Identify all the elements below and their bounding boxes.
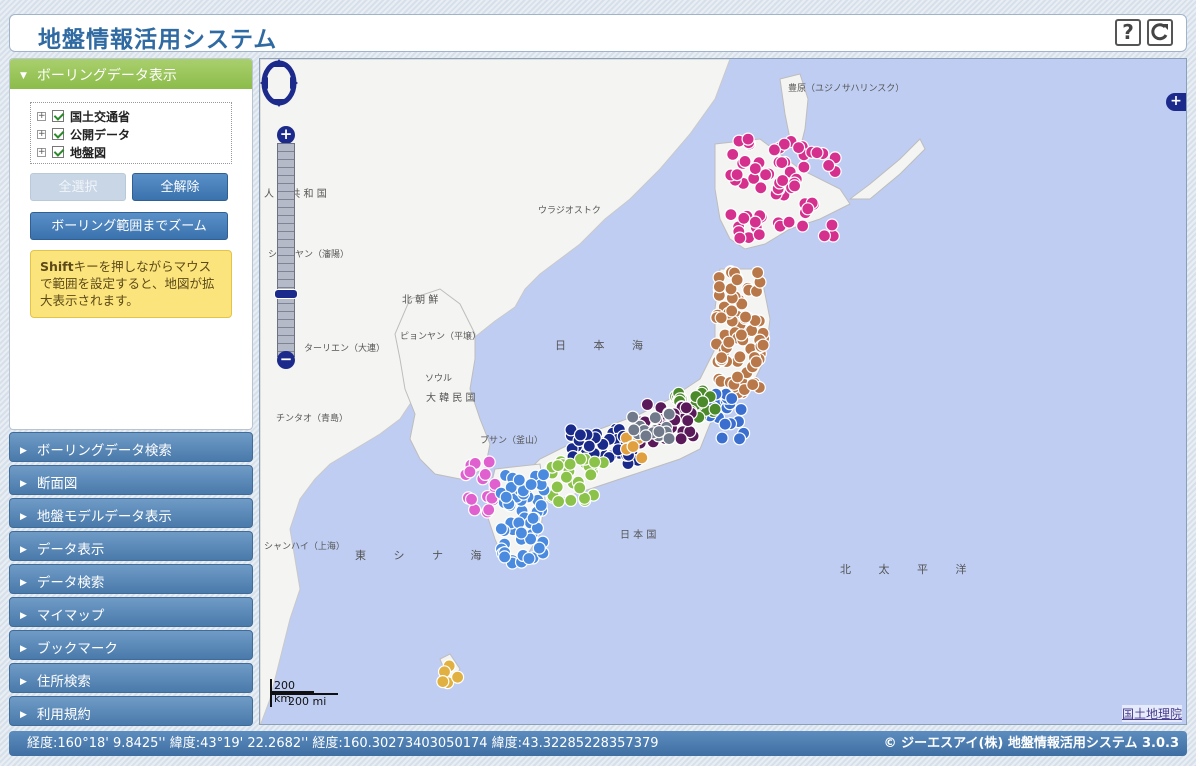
zoom-out-button[interactable]: − — [277, 351, 295, 369]
panel-mymap[interactable]: ▶ マイマップ — [9, 597, 253, 627]
panel-data-search[interactable]: ▶ データ検索 — [9, 564, 253, 594]
triangle-right-icon: ▶ — [20, 578, 27, 588]
deselect-all-button[interactable]: 全解除 — [132, 173, 228, 201]
triangle-right-icon: ▶ — [20, 512, 27, 522]
notice-key: Shift — [40, 259, 74, 274]
panel-bookmark[interactable]: ▶ ブックマーク — [9, 630, 253, 660]
panel-label: データ表示 — [36, 542, 105, 558]
panel-data-display[interactable]: ▶ データ表示 — [9, 531, 253, 561]
panel-label: 住所検索 — [36, 674, 91, 690]
map-label-vladivostok: ウラジオストク — [538, 206, 601, 216]
triangle-right-icon: ▶ — [20, 677, 27, 687]
panel-header-boring-display[interactable]: ▼ ボーリングデータ表示 — [10, 59, 252, 89]
tree-item[interactable]: + 地盤図 — [37, 143, 225, 161]
help-button[interactable]: ? — [1115, 19, 1141, 46]
expand-icon[interactable]: + — [37, 111, 46, 121]
copyright-text: © ジーエスアイ(株) 地盤情報活用システム 3.0.3 — [883, 736, 1179, 751]
checkbox[interactable] — [52, 146, 64, 158]
tree-item-label: 国土交通省 — [70, 109, 131, 124]
map-label-qingdao: チンタオ（青島） — [276, 414, 349, 424]
triangle-right-icon: ▶ — [20, 446, 27, 456]
map-label-shanghai: シャンハイ（上海） — [264, 542, 345, 552]
tree-item[interactable]: + 国土交通省 — [37, 107, 225, 125]
map-label-toyohara: 豊原（ユジノサハリンスク） — [788, 84, 905, 94]
reload-icon — [1151, 23, 1168, 41]
shift-zoom-notice: Shiftキーを押しながらマウスで範囲を設定すると、地図が拡大表示されます。 — [30, 250, 232, 318]
expand-icon[interactable]: + — [37, 147, 46, 157]
map-label-pacific: 北 太 平 洋 — [840, 563, 979, 576]
panel-ground-model[interactable]: ▶ 地盤モデルデータ表示 — [9, 498, 253, 528]
map-label-east-china-sea: 東 シ ナ 海 — [355, 549, 494, 562]
checkbox[interactable] — [52, 110, 64, 122]
map-label-south-korea: 大 韓 民 国 — [426, 393, 476, 404]
zoom-slider-thumb[interactable] — [274, 289, 298, 299]
scale-km: 200 km — [270, 679, 314, 705]
triangle-right-icon: ▶ — [20, 644, 27, 654]
panel-boring-search[interactable]: ▶ ボーリングデータ検索 — [9, 432, 253, 462]
map-label-japan: 日 本 国 — [620, 530, 657, 541]
tree-item-label: 地盤図 — [70, 145, 107, 160]
zoom-in-button[interactable]: + — [277, 126, 295, 144]
panel-terms[interactable]: ▶ 利用規約 — [9, 696, 253, 726]
triangle-right-icon: ▶ — [20, 611, 27, 621]
panel-label: 断面図 — [36, 476, 78, 492]
panel-cross-section[interactable]: ▶ 断面図 — [9, 465, 253, 495]
panel-label: データ検索 — [36, 575, 105, 591]
app-title: 地盤情報活用システム — [38, 27, 278, 53]
map-view[interactable]: 豊原（ユジノサハリンスク） ウラジオストク ピョンヤン（平壌） ソウル プサン（… — [259, 58, 1187, 725]
panel-address-search[interactable]: ▶ 住所検索 — [9, 663, 253, 693]
layer-switcher-button[interactable]: + — [1166, 93, 1186, 111]
expand-icon[interactable]: + — [37, 129, 46, 139]
tree-item-label: 公開データ — [70, 127, 131, 142]
panel-label: ブックマーク — [36, 641, 118, 657]
status-bar: 経度:160°18' 9.8425'' 緯度:43°19' 22.2682'' … — [9, 731, 1187, 756]
panel-label: 地盤モデルデータ表示 — [36, 509, 172, 525]
pan-control[interactable] — [260, 59, 298, 107]
map-label-seoul: ソウル — [425, 374, 453, 384]
checkbox[interactable] — [52, 128, 64, 140]
triangle-right-icon: ▶ — [20, 545, 27, 555]
boring-display-panel: ▼ ボーリングデータ表示 + 国土交通省 + 公開データ + 地盤図 全選択 全解… — [9, 58, 253, 430]
scale-bar: 200 km 200 mi — [270, 679, 338, 708]
gsi-attribution-link[interactable]: 国土地理院 — [1121, 705, 1182, 722]
zoom-to-boring-range-button[interactable]: ボーリング範囲までズーム — [30, 212, 228, 240]
tree-item[interactable]: + 公開データ — [37, 125, 225, 143]
reload-button[interactable] — [1147, 19, 1173, 46]
app-header: 地盤情報活用システム ? — [9, 14, 1187, 53]
panel-label: マイマップ — [36, 608, 105, 624]
map-label-busan: プサン（釜山） — [480, 436, 544, 446]
map-label-china: 人 民 共 和 国 — [264, 189, 327, 200]
panel-title: ボーリングデータ表示 — [36, 68, 177, 84]
zoom-slider[interactable] — [277, 143, 295, 357]
base-map — [260, 59, 926, 724]
map-label-sea-of-japan: 日 本 海 — [555, 339, 655, 352]
cursor-coordinates: 経度:160°18' 9.8425'' 緯度:43°19' 22.2682'' … — [27, 736, 659, 751]
map-label-pyongyang: ピョンヤン（平壌） — [400, 332, 482, 342]
panel-label: ボーリングデータ検索 — [36, 443, 172, 459]
map-label-dalian: ターリエン（大連） — [304, 344, 386, 354]
panel-label: 利用規約 — [36, 707, 91, 723]
map-label-north-korea: 北 朝 鮮 — [402, 295, 439, 306]
triangle-down-icon: ▼ — [20, 71, 27, 81]
triangle-right-icon: ▶ — [20, 479, 27, 489]
layer-tree: + 国土交通省 + 公開データ + 地盤図 — [30, 102, 232, 164]
select-all-button[interactable]: 全選択 — [30, 173, 126, 201]
triangle-right-icon: ▶ — [20, 710, 27, 720]
